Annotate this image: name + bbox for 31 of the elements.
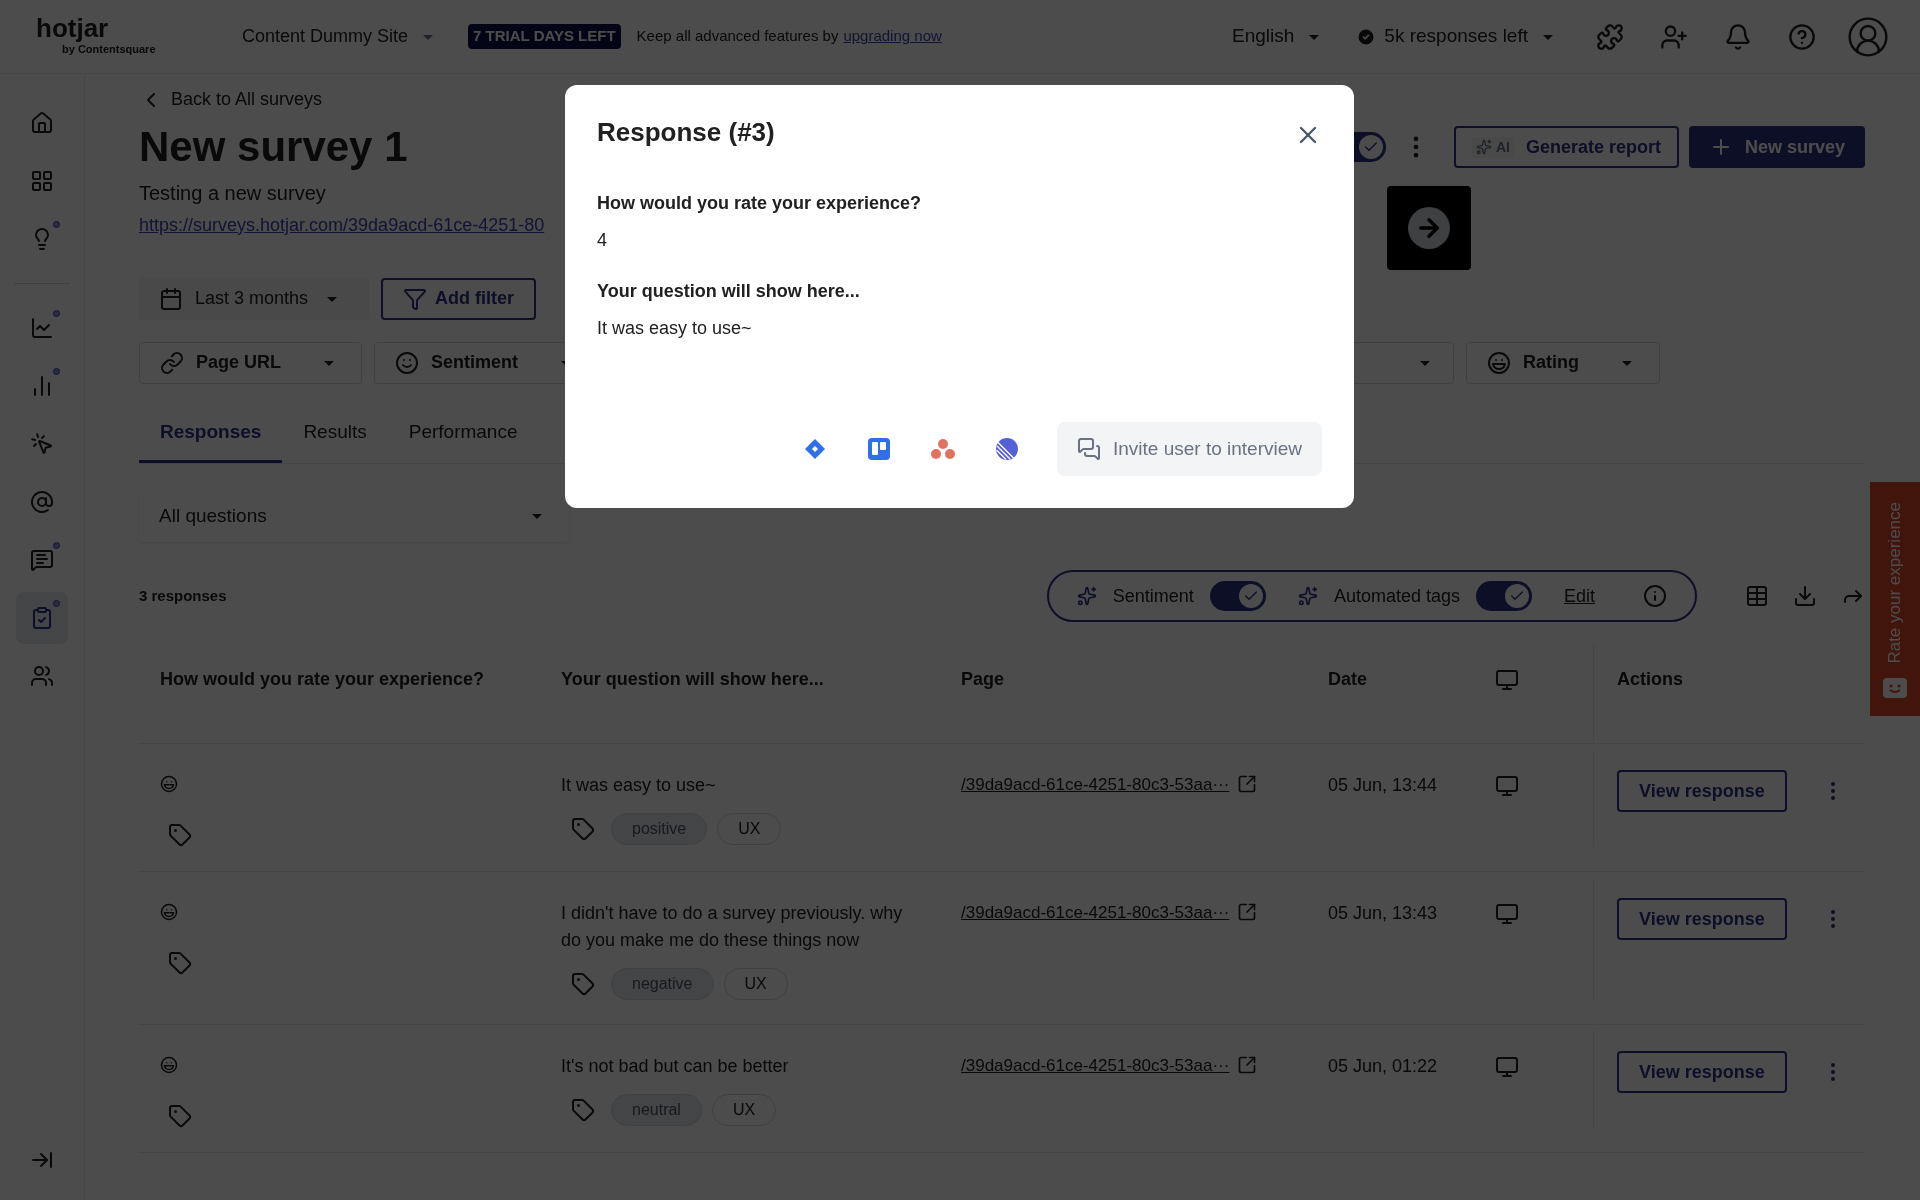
- page-title: New survey 1: [139, 122, 408, 172]
- toggle-label: Automated tags: [1333, 584, 1460, 608]
- date-cell-text: 05 Jun, 01:22: [1327, 1055, 1439, 1078]
- answer-text: It was easy to use~: [561, 774, 717, 797]
- tab[interactable]: Performance: [387, 417, 539, 463]
- tab[interactable]: Results: [282, 417, 388, 463]
- board-logo-icon: [866, 437, 891, 461]
- feedback-tab-label: Rate your experience: [1884, 502, 1906, 664]
- date-cell-text: 05 Jun, 13:44: [1327, 774, 1439, 797]
- brand-logo: hotjar: [36, 15, 110, 42]
- column-header: Your question will show here...: [560, 668, 825, 691]
- answer-text: It was easy to use~: [597, 317, 753, 340]
- answer-text: 4: [597, 229, 608, 252]
- column-header: How would you rate your experience?: [159, 668, 486, 691]
- brand-subtitle: by Contentsquare: [62, 42, 157, 58]
- striped-circle-logo-icon: [994, 437, 1019, 461]
- chat-icon: [1076, 437, 1101, 461]
- answer-text: I didn't have to do a survey previously. why do you make me do these things now: [561, 902, 904, 952]
- toggle-label: Sentiment: [1112, 584, 1194, 608]
- survey-description: Testing a new survey: [139, 180, 326, 206]
- question-text: Your question will show here...: [597, 280, 861, 303]
- column-header: Page: [960, 668, 1006, 691]
- date-cell-text: 05 Jun, 13:43: [1327, 902, 1439, 925]
- dialog-title: Response (#3): [597, 116, 775, 149]
- column-header: Date: [1327, 668, 1368, 691]
- three-dots-logo-icon: [930, 438, 955, 460]
- question-text: How would you rate your experience?: [597, 192, 923, 215]
- invite-user-button[interactable]: Invite user to interview: [1056, 422, 1322, 476]
- answer-text: It's not bad but can be better: [561, 1055, 790, 1078]
- trial-text: Keep all advanced features by: [636, 26, 839, 47]
- response-count: 3 responses: [139, 585, 227, 606]
